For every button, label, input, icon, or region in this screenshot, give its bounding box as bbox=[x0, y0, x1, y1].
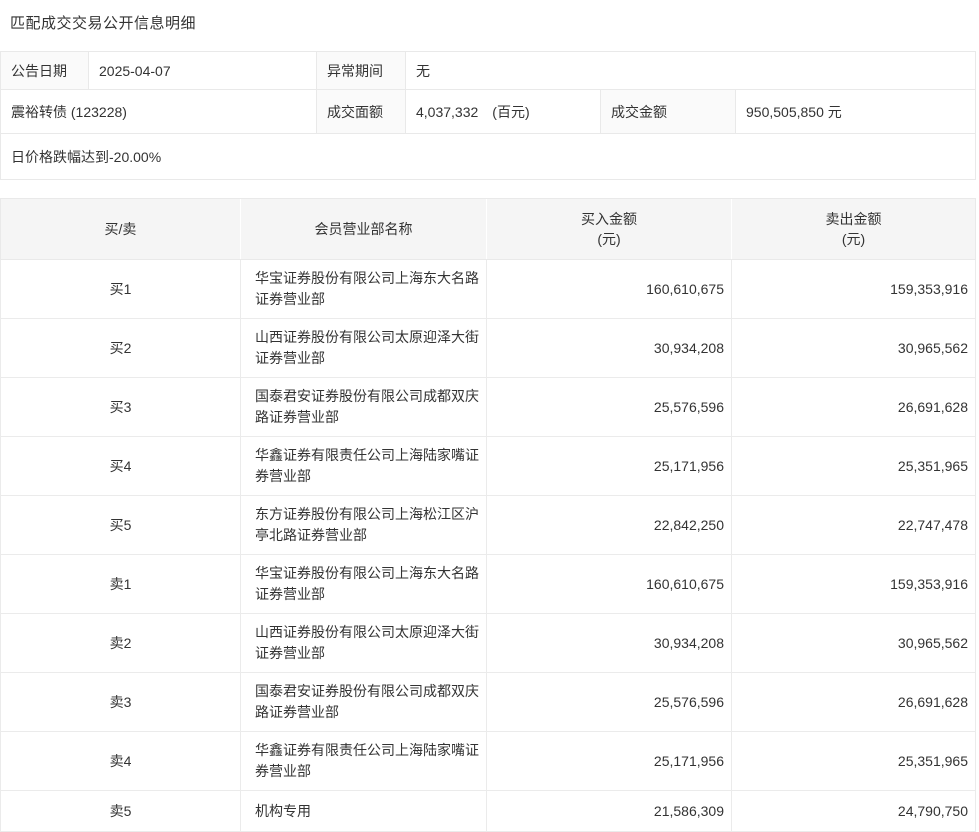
sell-amount-cell: 26,691,628 bbox=[732, 378, 976, 437]
side-cell: 买1 bbox=[1, 260, 241, 319]
branch-cell: 华鑫证券有限责任公司上海陆家嘴证券营业部 bbox=[241, 732, 487, 791]
buy-amount-cell: 25,171,956 bbox=[487, 732, 732, 791]
sell-amount-cell: 30,965,562 bbox=[732, 614, 976, 673]
side-cell: 卖5 bbox=[1, 791, 241, 832]
face-value: 4,037,332 bbox=[416, 104, 478, 120]
buy-amount-cell: 160,610,675 bbox=[487, 555, 732, 614]
summary-table: 公告日期 2025-04-07 异常期间 无 震裕转债 (123228) 成交面… bbox=[0, 51, 976, 180]
table-row-buy5: 买5 东方证券股份有限公司上海松江区沪亭北路证券营业部 22,842,250 2… bbox=[1, 496, 976, 555]
sell-amount-cell: 159,353,916 bbox=[732, 260, 976, 319]
summary-row-date: 公告日期 2025-04-07 异常期间 无 bbox=[1, 52, 976, 90]
security-name: 震裕转债 (123228) bbox=[1, 90, 317, 134]
branch-cell: 山西证券股份有限公司太原迎泽大街证券营业部 bbox=[241, 614, 487, 673]
price-drop-note: 日价格跌幅达到-20.00% bbox=[1, 134, 976, 180]
abnormal-period-label: 异常期间 bbox=[317, 52, 406, 90]
table-row-sell3: 卖3 国泰君安证券股份有限公司成都双庆路证券营业部 25,576,596 26,… bbox=[1, 673, 976, 732]
detail-table-header: 买/卖 会员营业部名称 买入金额 (元) 卖出金额 (元) bbox=[1, 199, 976, 260]
announce-date-label: 公告日期 bbox=[1, 52, 89, 90]
side-cell: 卖4 bbox=[1, 732, 241, 791]
sell-amount-cell: 26,691,628 bbox=[732, 673, 976, 732]
branch-cell: 华宝证券股份有限公司上海东大名路证券营业部 bbox=[241, 260, 487, 319]
side-cell: 买5 bbox=[1, 496, 241, 555]
branch-cell: 机构专用 bbox=[241, 791, 487, 832]
col-header-branch: 会员营业部名称 bbox=[241, 199, 487, 260]
detail-table: 买/卖 会员营业部名称 买入金额 (元) 卖出金额 (元) 买1 华宝证券股份有… bbox=[0, 198, 976, 832]
summary-row-security: 震裕转债 (123228) 成交面额 4,037,332 (百元) 成交金额 95… bbox=[1, 90, 976, 134]
buy-amount-cell: 25,576,596 bbox=[487, 673, 732, 732]
side-cell: 买3 bbox=[1, 378, 241, 437]
side-cell: 买2 bbox=[1, 319, 241, 378]
buy-amount-cell: 21,586,309 bbox=[487, 791, 732, 832]
col-header-buy-label: 买入金额 bbox=[487, 209, 731, 229]
summary-row-note: 日价格跌幅达到-20.00% bbox=[1, 134, 976, 180]
page: 匹配成交交易公开信息明细 公告日期 2025-04-07 异常期间 无 震裕转债… bbox=[0, 0, 979, 832]
table-row-buy3: 买3 国泰君安证券股份有限公司成都双庆路证券营业部 25,576,596 26,… bbox=[1, 378, 976, 437]
col-header-sell: 卖出金额 (元) bbox=[732, 199, 976, 260]
table-row-buy1: 买1 华宝证券股份有限公司上海东大名路证券营业部 160,610,675 159… bbox=[1, 260, 976, 319]
face-value-label: 成交面额 bbox=[317, 90, 406, 134]
abnormal-period-value: 无 bbox=[406, 52, 976, 90]
sell-amount-cell: 25,351,965 bbox=[732, 437, 976, 496]
col-header-sell-label: 卖出金额 bbox=[732, 209, 975, 229]
sell-amount-cell: 25,351,965 bbox=[732, 732, 976, 791]
sell-amount-cell: 22,747,478 bbox=[732, 496, 976, 555]
buy-amount-cell: 30,934,208 bbox=[487, 319, 732, 378]
table-row-sell2: 卖2 山西证券股份有限公司太原迎泽大街证券营业部 30,934,208 30,9… bbox=[1, 614, 976, 673]
side-cell: 卖1 bbox=[1, 555, 241, 614]
table-row-sell1: 卖1 华宝证券股份有限公司上海东大名路证券营业部 160,610,675 159… bbox=[1, 555, 976, 614]
branch-cell: 国泰君安证券股份有限公司成都双庆路证券营业部 bbox=[241, 378, 487, 437]
branch-cell: 东方证券股份有限公司上海松江区沪亭北路证券营业部 bbox=[241, 496, 487, 555]
buy-amount-cell: 160,610,675 bbox=[487, 260, 732, 319]
table-row-buy4: 买4 华鑫证券有限责任公司上海陆家嘴证券营业部 25,171,956 25,35… bbox=[1, 437, 976, 496]
announce-date-value: 2025-04-07 bbox=[89, 52, 317, 90]
sell-amount-cell: 30,965,562 bbox=[732, 319, 976, 378]
side-cell: 卖3 bbox=[1, 673, 241, 732]
table-row-sell4: 卖4 华鑫证券有限责任公司上海陆家嘴证券营业部 25,171,956 25,35… bbox=[1, 732, 976, 791]
col-header-buy-unit: (元) bbox=[487, 229, 731, 249]
turnover-label: 成交金额 bbox=[601, 90, 736, 134]
branch-cell: 山西证券股份有限公司太原迎泽大街证券营业部 bbox=[241, 319, 487, 378]
detail-table-body: 买1 华宝证券股份有限公司上海东大名路证券营业部 160,610,675 159… bbox=[1, 260, 976, 832]
turnover-value: 950,505,850 元 bbox=[736, 90, 976, 134]
side-cell: 卖2 bbox=[1, 614, 241, 673]
branch-cell: 国泰君安证券股份有限公司成都双庆路证券营业部 bbox=[241, 673, 487, 732]
table-row-sell5: 卖5 机构专用 21,586,309 24,790,750 bbox=[1, 791, 976, 832]
col-header-buy: 买入金额 (元) bbox=[487, 199, 732, 260]
table-row-buy2: 买2 山西证券股份有限公司太原迎泽大街证券营业部 30,934,208 30,9… bbox=[1, 319, 976, 378]
col-header-branch-label: 会员营业部名称 bbox=[241, 219, 486, 239]
buy-amount-cell: 25,171,956 bbox=[487, 437, 732, 496]
col-header-sell-unit: (元) bbox=[732, 229, 975, 249]
buy-amount-cell: 30,934,208 bbox=[487, 614, 732, 673]
side-cell: 买4 bbox=[1, 437, 241, 496]
face-value-unit: (百元) bbox=[492, 104, 529, 120]
sell-amount-cell: 24,790,750 bbox=[732, 791, 976, 832]
branch-cell: 华宝证券股份有限公司上海东大名路证券营业部 bbox=[241, 555, 487, 614]
page-title: 匹配成交交易公开信息明细 bbox=[10, 15, 196, 32]
col-header-side: 买/卖 bbox=[1, 199, 241, 260]
face-value-cell: 4,037,332 (百元) bbox=[406, 90, 601, 134]
sell-amount-cell: 159,353,916 bbox=[732, 555, 976, 614]
buy-amount-cell: 22,842,250 bbox=[487, 496, 732, 555]
col-header-side-label: 买/卖 bbox=[1, 219, 240, 239]
title-bar: 匹配成交交易公开信息明细 bbox=[0, 0, 979, 51]
buy-amount-cell: 25,576,596 bbox=[487, 378, 732, 437]
branch-cell: 华鑫证券有限责任公司上海陆家嘴证券营业部 bbox=[241, 437, 487, 496]
